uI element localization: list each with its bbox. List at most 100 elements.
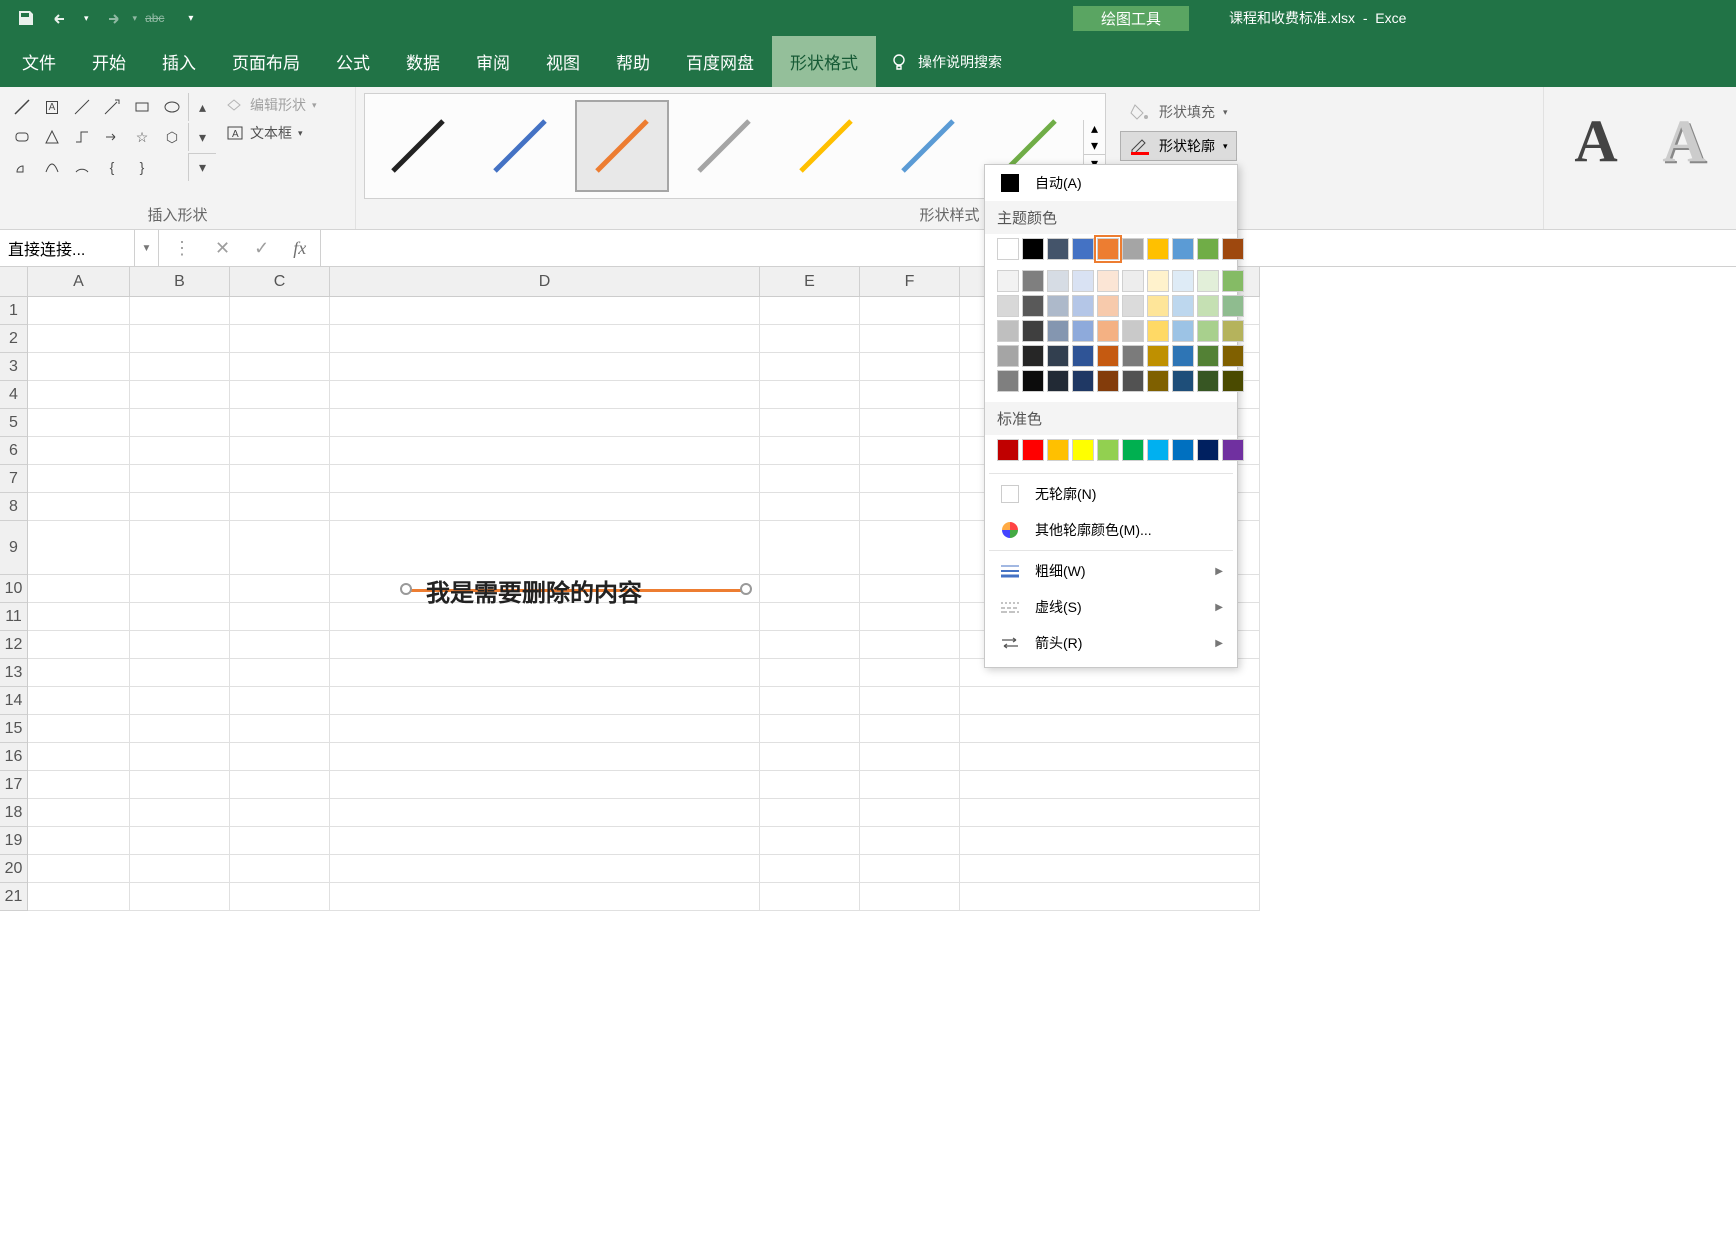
column-header[interactable]: D (330, 267, 760, 296)
enter-formula-button[interactable]: ✓ (254, 238, 269, 259)
tab-review[interactable]: 审阅 (458, 36, 528, 87)
cell[interactable] (860, 575, 960, 603)
cell[interactable] (230, 743, 330, 771)
shape-thumb-star[interactable]: ☆ (128, 123, 156, 151)
cell[interactable] (960, 855, 1260, 883)
formula-more-icon[interactable]: ⋮ (173, 238, 191, 259)
color-swatch[interactable] (1022, 320, 1044, 342)
cell[interactable] (130, 631, 230, 659)
color-swatch[interactable] (1172, 270, 1194, 292)
row-header[interactable]: 4 (0, 381, 27, 409)
cell[interactable] (230, 687, 330, 715)
cell[interactable] (860, 493, 960, 521)
cell[interactable] (860, 883, 960, 911)
cell[interactable] (230, 575, 330, 603)
cell[interactable] (760, 409, 860, 437)
color-swatch[interactable] (1072, 295, 1094, 317)
color-swatch[interactable] (1147, 238, 1169, 260)
row-header[interactable]: 19 (0, 827, 27, 855)
style-item-1[interactable] (371, 100, 465, 192)
cell[interactable] (760, 631, 860, 659)
cell[interactable] (28, 465, 130, 493)
line-shape-object[interactable]: 我是需要删除的内容 (406, 577, 746, 601)
style-item-2[interactable] (473, 100, 567, 192)
cell[interactable] (28, 799, 130, 827)
cell[interactable] (330, 799, 760, 827)
cell[interactable] (130, 575, 230, 603)
resize-handle-left[interactable] (400, 583, 412, 595)
cell[interactable] (860, 715, 960, 743)
color-swatch[interactable] (1047, 370, 1069, 392)
shape-thumb-partial[interactable] (8, 153, 36, 181)
cell[interactable] (330, 659, 760, 687)
cell[interactable] (860, 409, 960, 437)
cell[interactable] (130, 687, 230, 715)
cell[interactable] (330, 687, 760, 715)
cell[interactable] (28, 827, 130, 855)
cell[interactable] (330, 353, 760, 381)
cell[interactable] (130, 409, 230, 437)
cell[interactable] (130, 325, 230, 353)
color-swatch[interactable] (1197, 439, 1219, 461)
color-swatch[interactable] (1047, 320, 1069, 342)
color-swatch[interactable] (1147, 295, 1169, 317)
outline-weight-item[interactable]: 粗细(W) ▶ (985, 553, 1237, 589)
cell[interactable] (330, 493, 760, 521)
shape-thumb-rect[interactable] (128, 93, 156, 121)
shapes-gallery[interactable]: A ▴ ☆ ⬡ ▾ { } ▾ (8, 93, 216, 181)
cell[interactable] (230, 409, 330, 437)
cell[interactable] (960, 827, 1260, 855)
cell[interactable] (230, 493, 330, 521)
color-swatch[interactable] (997, 439, 1019, 461)
color-swatch[interactable] (1097, 238, 1119, 260)
cell[interactable] (130, 883, 230, 911)
cell[interactable] (330, 883, 760, 911)
cell[interactable] (230, 715, 330, 743)
undo-dropdown-icon[interactable]: ▾ (84, 13, 89, 24)
cell[interactable] (28, 603, 130, 631)
color-swatch[interactable] (1197, 320, 1219, 342)
cell[interactable] (860, 353, 960, 381)
color-swatch[interactable] (1222, 270, 1244, 292)
cell[interactable] (860, 465, 960, 493)
no-outline-item[interactable]: 无轮廓(N) (985, 476, 1237, 512)
cell[interactable] (760, 381, 860, 409)
cell[interactable] (28, 855, 130, 883)
cell[interactable] (230, 465, 330, 493)
cell[interactable] (330, 631, 760, 659)
row-header[interactable]: 5 (0, 409, 27, 437)
undo-button[interactable] (48, 4, 76, 32)
tab-home[interactable]: 开始 (74, 36, 144, 87)
cell[interactable] (330, 743, 760, 771)
cell[interactable] (330, 325, 760, 353)
color-swatch[interactable] (1147, 270, 1169, 292)
shape-thumb-roundrect[interactable] (8, 123, 36, 151)
color-swatch[interactable] (1172, 295, 1194, 317)
cell[interactable] (760, 743, 860, 771)
redo-dropdown-icon[interactable]: ▾ (133, 13, 138, 24)
shape-thumb-more-up[interactable]: ▴ (188, 93, 216, 121)
shape-thumb-connector[interactable] (68, 123, 96, 151)
cell[interactable] (860, 687, 960, 715)
resize-handle-right[interactable] (740, 583, 752, 595)
cell[interactable] (860, 827, 960, 855)
style-more-up[interactable]: ▴ (1084, 120, 1105, 137)
cell[interactable] (760, 465, 860, 493)
color-swatch[interactable] (997, 295, 1019, 317)
color-swatch[interactable] (1222, 370, 1244, 392)
cell[interactable] (760, 297, 860, 325)
select-all-corner[interactable] (0, 267, 28, 297)
shape-fill-button[interactable]: 形状填充▾ (1120, 97, 1237, 127)
cell[interactable] (760, 325, 860, 353)
row-header[interactable]: 15 (0, 715, 27, 743)
cell[interactable] (760, 799, 860, 827)
name-box[interactable] (0, 230, 135, 266)
cell[interactable] (860, 521, 960, 575)
tab-file[interactable]: 文件 (4, 36, 74, 87)
tab-help[interactable]: 帮助 (598, 36, 668, 87)
shape-thumb-brace-left[interactable]: { (98, 153, 126, 181)
cell[interactable] (330, 381, 760, 409)
shape-thumb-hexagon[interactable]: ⬡ (158, 123, 186, 151)
color-swatch[interactable] (1222, 295, 1244, 317)
color-swatch[interactable] (1022, 345, 1044, 367)
